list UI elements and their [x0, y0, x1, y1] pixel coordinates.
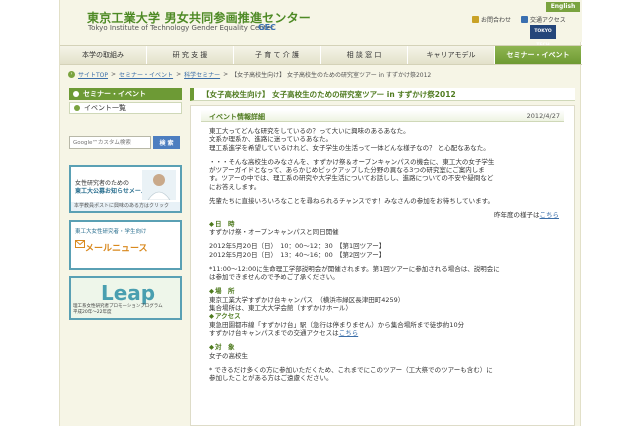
access-link-label: 交通アクセス: [530, 17, 566, 24]
schedule-row: 2012年5月20日（日） 13：40〜16：00 【第2回ツアー】: [209, 250, 386, 259]
schedule-note: は参加できませんので予めご了承ください。: [209, 273, 339, 282]
envelope-icon: [75, 240, 85, 248]
schedule-heading: 日 時: [209, 220, 559, 228]
contact-link[interactable]: お問合わせ: [472, 15, 511, 24]
section-title: イベント情報詳細: [209, 113, 265, 121]
post-date: 2012/4/27: [526, 112, 560, 120]
access-link-here[interactable]: こちら: [339, 329, 359, 337]
banner-text: 理工系女性研究者プロモーションプログラム 平成20年〜22年度: [73, 304, 163, 316]
banner-line2: 東工大公募お知らせメール: [75, 188, 147, 195]
last-year-link[interactable]: こちら: [540, 211, 560, 219]
banner-strip: 本学教員ポストに興味のある方はクリック: [71, 202, 180, 211]
leap-logo: Leap: [101, 281, 156, 305]
event-detail: イベント情報詳細 2012/4/27 東工大ってどんな研究をしているの？って大い…: [190, 105, 575, 426]
body-line: す。ツアーの中では、理工系の研究や大学生活についてお話しし、進路についての不安や…: [209, 174, 494, 183]
english-button[interactable]: English: [546, 2, 580, 12]
banner-line1: 東工大女性研究者・学生向け: [75, 229, 147, 235]
recruitment-mail-banner[interactable]: 女性研究者のための 東工大公募お知らせメール 本学教員ポストに興味のある方はクリ…: [69, 165, 182, 213]
footer-note: 参加したことがある方はご遠慮ください。: [209, 374, 333, 383]
site-header: 東京工業大学 男女共同参画推進センター Tokyo Institute of T…: [60, 0, 582, 48]
intro-line: 理工系進学を希望しているけれど、女子学生の生活って一体どんな様子なの？ と心配な…: [209, 143, 490, 152]
site-logo-english: Tokyo Institute of Technology Gender Equ…: [88, 24, 274, 32]
banner-line1: 女性研究者のための: [75, 180, 130, 187]
breadcrumb-top[interactable]: サイトTOP: [78, 70, 108, 79]
event-body: 東工大ってどんな研究をしているの？って大いに興味のあるあなた。 文系か理系か、進…: [209, 127, 559, 382]
mail-icon: [472, 16, 479, 23]
breadcrumb-sep: >: [223, 71, 229, 78]
schedule-note: *11:00〜12:00に生命理工学部説明会が開催されます。第1回ツアーに参加さ…: [209, 264, 500, 273]
nav-item-career-model[interactable]: キャリアモデル: [408, 46, 495, 64]
section-header: イベント情報詳細 2012/4/27: [201, 110, 564, 122]
arrow-icon: ›: [68, 71, 75, 78]
breadcrumb-current: 【女子高校生向け】 女子高校生のための研究室ツアー in すずかけ祭2012: [231, 72, 432, 79]
footer-note: * できるだけ多くの方に参加いただくため、これまでにこのツアー（工大祭でのツアー…: [209, 365, 493, 374]
schedule-row: 2012年5月20日（日） 10：00〜12：30 【第1回ツアー】: [209, 242, 386, 251]
gec-logo: GEC: [258, 23, 276, 32]
access-link[interactable]: 交通アクセス: [521, 15, 566, 24]
contact-link-label: お問合わせ: [481, 17, 512, 24]
breadcrumb: › サイトTOP > セミナー・イベント > 科学セミナー > 【女子高校生向け…: [68, 70, 431, 79]
banner-text: 女性研究者のための 東工大公募お知らせメール: [75, 180, 147, 196]
researcher-photo: [142, 170, 176, 200]
nav-item-research-support[interactable]: 研 究 支 援: [147, 46, 234, 64]
nav-item-initiatives[interactable]: 本学の取組み: [60, 46, 147, 64]
access-row: すずかけ台キャンパスまでの交通アクセスは: [209, 328, 339, 337]
place-row: 集合場所は、東工大大学会館（すずかけホール）: [209, 304, 352, 313]
sidebar-item-event-list[interactable]: イベント一覧: [69, 102, 182, 114]
map-icon: [521, 16, 528, 23]
body-line: 先輩たちに直接いろいろなことを尋ねられるチャンスです！みなさんの参加をお待ちして…: [209, 197, 494, 206]
breadcrumb-sep: >: [176, 71, 182, 78]
tokyo-tech-logo[interactable]: TOKYO TECH: [530, 25, 556, 48]
banner-line2: メールニュース: [85, 244, 148, 254]
last-year-text: 昨年度の様子は: [494, 211, 540, 220]
intro-line: 文系か理系か、進路に迷っているあなた。: [209, 135, 333, 144]
access-row: 東急田園都市線「すずかけ台」駅（急行は停まりません）から集合場所まで徒歩約10分: [209, 320, 465, 329]
body-line: ・・・そんな高校生のみなさんを、すずかけ祭＆オープンキャンパスの機会に、東工大の…: [209, 157, 495, 166]
last-year-row: 昨年度の様子はこちら: [209, 211, 559, 219]
site-search: 検 索: [69, 136, 182, 150]
sidebar-heading: セミナー・イベント: [69, 88, 182, 100]
body-line: にお答えします。: [209, 182, 261, 191]
schedule-subtitle: すずかけ祭・オープンキャンパスと同日開催: [209, 227, 339, 236]
target-heading: 対 象: [209, 343, 559, 351]
place-row: 東京工業大学すずかけ台キャンパス （横浜市緑区長津田町4259）: [209, 295, 405, 304]
breadcrumb-science-seminar[interactable]: 科学セミナー: [184, 70, 220, 79]
leap-banner[interactable]: Leap 理工系女性研究者プロモーションプログラム 平成20年〜22年度: [69, 276, 182, 320]
nav-item-seminars[interactable]: セミナー・イベント: [495, 46, 582, 64]
place-heading: 場 所: [209, 287, 559, 295]
search-input[interactable]: [69, 136, 151, 149]
nav-item-childcare[interactable]: 子 育 て 介 護: [234, 46, 321, 64]
target-row: 女子の高校生: [209, 351, 248, 360]
mail-news-banner[interactable]: 東工大女性研究者・学生向け メールニュース: [69, 220, 182, 270]
page: 東京工業大学 男女共同参画推進センター Tokyo Institute of T…: [59, 0, 582, 426]
access-heading: アクセス: [209, 312, 559, 320]
breadcrumb-sep: >: [111, 71, 117, 78]
banner-line1: 理工系女性研究者プロモーションプログラム: [73, 304, 163, 309]
access-row-with-link: すずかけ台キャンパスまでの交通アクセスはこちら: [209, 329, 559, 337]
main-nav: 本学の取組み 研 究 支 援 子 育 て 介 護 相 談 窓 口 キャリアモデル…: [60, 45, 582, 65]
nav-item-consultation[interactable]: 相 談 窓 口: [321, 46, 408, 64]
breadcrumb-seminars[interactable]: セミナー・イベント: [119, 70, 173, 79]
page-title: 【女子高校生向け】 女子高校生のための研究室ツアー in すずかけ祭2012: [190, 88, 575, 101]
banner-line2: 平成20年〜22年度: [73, 310, 112, 315]
search-button[interactable]: 検 索: [153, 136, 180, 149]
